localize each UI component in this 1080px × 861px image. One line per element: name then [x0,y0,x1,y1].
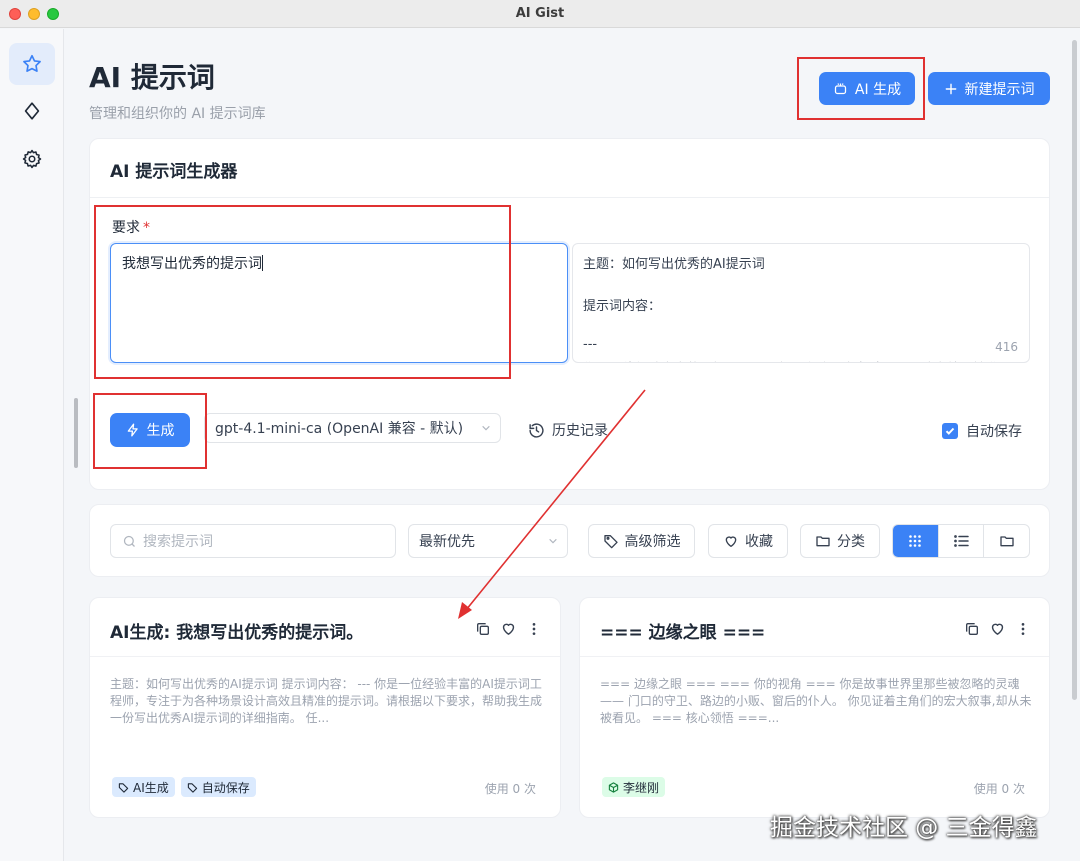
prompt-card-body: 主题：如何写出优秀的AI提示词 提示词内容： --- 你是一位经验丰富的AI提示… [110,677,543,725]
app-window: AI Gist AI 提示词 管理和组织你的 AI 提示词库 AI 生成 新建提… [0,0,1080,861]
favorites-button[interactable]: 收藏 [708,524,788,558]
result-line: 你是一位经验丰富的AI提示词工程师，专注于为各种场景设计高效且精准 [583,358,1019,362]
title-bar: AI Gist [0,0,1080,28]
generator-title: AI 提示词生成器 [110,162,238,182]
gear-icon [22,149,42,169]
favorites-label: 收藏 [745,534,773,550]
diamond-icon [24,102,40,120]
history-button[interactable]: 历史记录 [528,420,608,440]
sidebar-item-categories[interactable] [9,90,55,132]
result-lines: 主题：如何写出优秀的AI提示词提示词内容： --- 你是一位经验丰富的AI提示词工程… [583,253,1019,362]
more-icon[interactable] [1015,621,1031,637]
tag-icon [187,782,197,793]
heart-icon [725,536,737,547]
history-label: 历史记录 [552,423,608,439]
model-select[interactable]: gpt-4.1-mini-ca (OpenAI 兼容 - 默认) [204,413,501,443]
search-input[interactable]: 搜索提示词 [110,524,396,558]
usage-count: 使用 0 次 [484,782,536,796]
generator-scroll-handle[interactable] [74,398,78,468]
tag-badge[interactable]: AI生成 [112,777,175,797]
result-line [583,274,1019,295]
prompt-card-tags: 李继刚 [602,777,666,797]
search-icon [123,535,135,547]
category-label: 分类 [837,534,865,550]
chevron-down-icon [482,425,490,431]
sort-selected-value: 最新优先 [419,534,475,550]
more-icon[interactable] [526,621,542,637]
result-line: 主题：如何写出优秀的AI提示词 [583,257,765,272]
prompt-card-actions [475,620,542,637]
tag-icon [118,782,129,793]
main-scrollbar[interactable] [1072,40,1077,700]
model-selected-value: gpt-4.1-mini-ca (OpenAI 兼容 - 默认) [215,421,464,437]
plus-icon [945,83,956,94]
tag-label: 自动保存 [201,780,250,795]
prompt-card-title: AI生成: 我想写出优秀的提示词。 [110,623,364,643]
annotation-box-generate [93,393,207,469]
watermark: 掘金技术社区 @ 三金得鑫 [770,815,1038,841]
generator-divider [90,197,1049,198]
history-icon [529,422,544,438]
prompt-card[interactable]: AI生成: 我想写出优秀的提示词。 主题：如何写出优秀的AI提示词 提示词内容：… [89,597,561,818]
filter-bar: 搜索提示词 最新优先 高级筛选 收藏 分类 [89,504,1050,577]
autosave-label: 自动保存 [966,424,1022,440]
generated-result-box[interactable]: 主题：如何写出优秀的AI提示词提示词内容： --- 你是一位经验丰富的AI提示词工程… [572,243,1030,363]
grid-icon [909,535,922,547]
folder-view-button[interactable] [984,525,1029,557]
prompt-card-actions [964,620,1031,637]
page-title: AI 提示词 [89,61,215,94]
char-count: 416 [995,340,1018,354]
copy-icon[interactable] [475,621,491,637]
tag-icon [603,535,618,549]
result-line: 提示词内容： [583,299,662,314]
new-prompt-button[interactable]: 新建提示词 [928,72,1050,105]
result-line [583,316,1019,337]
result-line: --- [583,337,598,352]
advanced-filter-label: 高级筛选 [624,534,681,550]
heart-icon[interactable] [989,620,1006,637]
tag-badge[interactable]: 李继刚 [602,777,666,797]
grid-view-button[interactable] [893,525,939,557]
prompt-card[interactable]: === 边缘之眼 === === 边缘之眼 === === 你的视角 === 你… [579,597,1050,818]
folder-icon [816,536,830,547]
sort-select[interactable]: 最新优先 [408,524,568,558]
advanced-filter-button[interactable]: 高级筛选 [588,524,695,558]
list-icon [953,535,969,547]
usage-count: 使用 0 次 [973,782,1025,796]
prompt-card-divider [580,656,1049,657]
page-subtitle: 管理和组织你的 AI 提示词库 [89,106,266,122]
autosave-toggle[interactable]: 自动保存 [942,421,1022,441]
cube-icon [608,781,619,793]
folder-icon [1000,536,1014,547]
chevron-down-icon [549,538,557,544]
prompt-card-tags: AI生成 自动保存 [112,777,256,797]
prompt-card-divider [90,656,560,657]
prompt-card-title: === 边缘之眼 === [600,623,766,643]
autosave-checkbox[interactable] [942,423,958,439]
sidebar [0,29,64,861]
annotation-box-ai-generate [797,57,925,120]
prompt-card-body: === 边缘之眼 === === 你的视角 === 你是故事世界里那些被忽略的灵… [600,677,1032,725]
search-placeholder: 搜索提示词 [143,534,213,550]
copy-icon[interactable] [964,621,980,637]
star-icon [23,54,41,72]
tag-label: AI生成 [133,780,169,795]
sidebar-item-settings[interactable] [9,138,55,180]
list-view-button[interactable] [939,525,985,557]
new-prompt-label: 新建提示词 [964,81,1035,98]
tag-label: 李继刚 [623,780,660,795]
window-title: AI Gist [515,6,565,21]
check-icon [945,427,955,435]
tag-badge[interactable]: 自动保存 [180,777,256,797]
view-mode-toggle [892,524,1030,558]
category-button[interactable]: 分类 [800,524,880,558]
annotation-box-requirement [94,205,511,379]
heart-icon[interactable] [500,620,517,637]
sidebar-item-prompts[interactable] [9,43,55,85]
